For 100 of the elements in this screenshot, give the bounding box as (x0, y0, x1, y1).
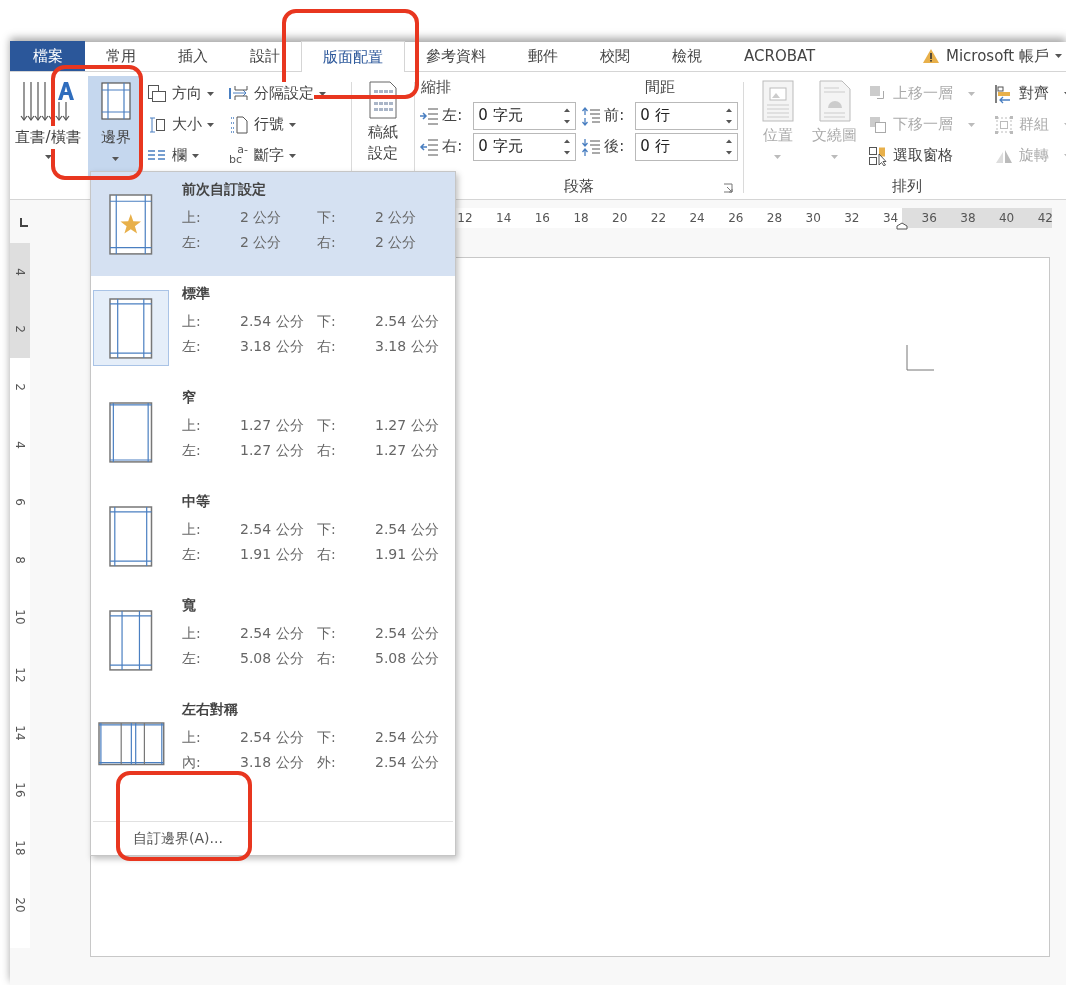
ribbon-tab[interactable]: 檢視 (651, 41, 723, 71)
margin-label: 下: (317, 312, 337, 331)
ruler-number: 4 (12, 268, 28, 276)
menu-item[interactable]: 標準 上: 2.54 公分 下: 2.54 公分 左: 3.18 公分 右: 3.18 公分 (91, 276, 455, 380)
ribbon-button[interactable]: 方向 (147, 78, 225, 109)
margin-value: 2.54 公分 (240, 312, 305, 331)
margin-label: 左: (182, 441, 202, 460)
text-wrap-icon (819, 80, 851, 122)
caret-icon (112, 156, 119, 161)
ribbon-tab[interactable]: 設計 (229, 41, 301, 71)
ruler-number: 16 (12, 782, 28, 798)
margin-value: 2.54 公分 (240, 728, 305, 747)
ribbon-tab[interactable]: 校閱 (579, 41, 651, 71)
ruler-number: 16 (533, 210, 551, 227)
group-label: 排列 (892, 176, 922, 198)
ribbon-button[interactable]: a- bc 斷字 (229, 140, 347, 171)
number-field[interactable]: 0 字元 (473, 101, 577, 130)
caret-icon (289, 153, 296, 158)
field-label: 後: (604, 136, 626, 158)
margin-label: 上: (182, 312, 202, 331)
page-margins-icon (109, 193, 153, 255)
dialog-launcher-icon[interactable] (723, 183, 733, 194)
menu-item[interactable]: 左右對稱 上: 2.54 公分 下: 2.54 公分 內: 3.18 公分 外: 2.54 公分 (91, 692, 455, 796)
margin-value: 2.54 公分 (240, 624, 305, 643)
page-margins-icon (109, 297, 153, 359)
text-direction-button[interactable]: 直書/橫書 (10, 76, 86, 176)
custom-margins-item[interactable]: 自訂邊界(A)... (91, 822, 455, 855)
margin-label: 左: (182, 649, 202, 668)
item-title: 前次自訂設定 (182, 180, 267, 199)
menu-item[interactable]: 寬 上: 2.54 公分 下: 2.54 公分 左: 5.08 公分 右: 5.08 公分 (91, 588, 455, 692)
ruler-number: 32 (843, 210, 861, 227)
caret-icon (831, 154, 839, 159)
field-label: 右: (442, 136, 464, 158)
margin-value: 1.27 公分 (375, 416, 440, 435)
caret-icon (968, 91, 975, 96)
ribbon-tab[interactable]: 版面配置 (301, 41, 405, 72)
field-label: 左: (442, 105, 464, 127)
warning-icon (921, 48, 940, 64)
margin-value: 3.18 公分 (240, 337, 305, 356)
ribbon-button[interactable]: 選取窗格 (868, 140, 990, 171)
menu-item[interactable]: 中等 上: 2.54 公分 下: 2.54 公分 左: 1.91 公分 右: 1.91 公分 (91, 484, 455, 588)
page-margins-icon (109, 505, 153, 567)
margin-label: 下: (317, 520, 337, 539)
ruler-number: 22 (649, 210, 668, 227)
margin-value: 5.08 公分 (375, 649, 440, 668)
caret-icon (1055, 54, 1062, 58)
ribbon-button[interactable]: 分隔設定 (229, 78, 347, 109)
file-tab[interactable]: 檔案 (10, 41, 85, 71)
margin-label: 下: (317, 416, 337, 435)
margin-corner-mark (906, 345, 934, 371)
margin-value: 3.18 公分 (375, 337, 440, 356)
ribbon-tab[interactable]: 插入 (157, 41, 229, 71)
margin-value: 2.54 公分 (375, 753, 440, 772)
ruler-number: 18 (12, 840, 28, 856)
item-title: 窄 (182, 388, 197, 407)
margin-value: 1.27 公分 (240, 416, 305, 435)
margin-label: 右: (317, 233, 337, 252)
picture-page-icon (762, 80, 794, 122)
ruler-number: 4 (12, 440, 28, 449)
margin-value: 1.27 公分 (375, 441, 440, 460)
field-label: 前: (604, 105, 626, 127)
margin-value: 2 公分 (240, 208, 283, 227)
margin-label: 下: (317, 728, 337, 747)
ruler-number: 34 (881, 210, 900, 227)
number-field[interactable]: 0 行 (635, 101, 739, 130)
ribbon-button[interactable]: 對齊 (994, 78, 1066, 109)
ribbon-tab[interactable]: 參考資料 (405, 41, 507, 71)
account-name[interactable]: Microsoft 帳戶 (945, 44, 1049, 68)
caret-icon (968, 122, 975, 127)
ribbon-button[interactable]: 行號 (229, 109, 347, 140)
margin-label: 右: (317, 337, 337, 356)
section-label: 間距 (643, 77, 676, 98)
hyphenation-icon: a- bc (229, 144, 249, 167)
margin-value: 2.54 公分 (375, 624, 440, 643)
ribbon-button[interactable]: 欄 (147, 140, 225, 171)
margin-label: 右: (317, 441, 337, 460)
menu-item[interactable]: 窄 上: 1.27 公分 下: 1.27 公分 左: 1.27 公分 右: 1.27 公分 (91, 380, 455, 484)
send-backward-icon (868, 114, 888, 135)
ribbon-tab[interactable]: 郵件 (507, 41, 579, 71)
tab-stop-icon (18, 216, 30, 228)
indent-icon (419, 136, 440, 157)
number-field[interactable]: 0 行 (635, 132, 739, 161)
menu-item[interactable]: 前次自訂設定 上: 2 公分 下: 2 公分 左: 2 公分 右: 2 公分 (91, 172, 455, 276)
ribbon-tab[interactable]: 常用 (85, 41, 157, 71)
ruler-number: 12 (456, 210, 474, 227)
ruler-number: 14 (495, 210, 513, 227)
margin-value: 2.54 公分 (375, 312, 440, 331)
margin-label: 上: (182, 624, 202, 643)
margin-label: 左: (182, 337, 202, 356)
margin-label: 上: (182, 728, 202, 747)
caret-icon (207, 91, 214, 96)
item-title: 標準 (182, 284, 211, 303)
ribbon-tab[interactable]: ACROBAT (723, 41, 837, 71)
ruler-number: 20 (611, 210, 629, 227)
ribbon-button[interactable]: 大小 (147, 109, 225, 140)
ruler-number: 20 (12, 897, 28, 913)
number-field[interactable]: 0 字元 (473, 132, 577, 161)
margin-value: 2.54 公分 (375, 520, 440, 539)
ruler-number: 2 (12, 383, 28, 391)
item-title: 中等 (182, 492, 211, 511)
